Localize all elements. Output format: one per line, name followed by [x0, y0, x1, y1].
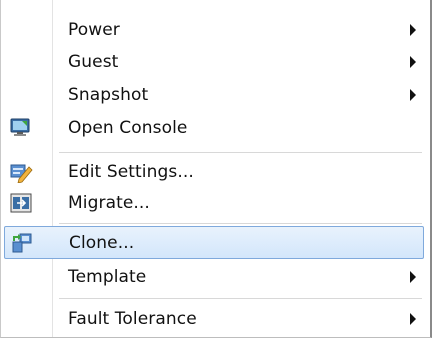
menu-item-label: Power	[68, 20, 120, 40]
menu-separator	[59, 152, 422, 153]
menu-item-clone[interactable]: Clone...	[4, 226, 424, 259]
menu-item-label: Template	[68, 267, 147, 287]
submenu-arrow-icon	[410, 313, 416, 325]
submenu-arrow-icon	[410, 56, 416, 68]
menu-item-open-console[interactable]: Open Console	[4, 112, 424, 144]
menu-item-template[interactable]: Template	[4, 261, 424, 293]
menu-item-label: Edit Settings...	[68, 162, 194, 182]
submenu-arrow-icon	[410, 89, 416, 101]
menu-item-fault-tolerance[interactable]: Fault Tolerance	[4, 303, 424, 335]
menu-item-label: Fault Tolerance	[68, 309, 197, 329]
context-menu: Power Guest Snapshot Open Console Edit S…	[0, 0, 432, 338]
menu-item-label: Open Console	[68, 118, 188, 138]
menu-item-edit-settings[interactable]: Edit Settings...	[4, 156, 424, 188]
menu-item-power[interactable]: Power	[4, 14, 424, 46]
menu-separator	[59, 298, 422, 299]
submenu-arrow-icon	[410, 24, 416, 36]
menu-item-migrate[interactable]: Migrate...	[4, 187, 424, 219]
menu-item-label: Migrate...	[68, 193, 150, 213]
migrate-icon	[9, 192, 33, 214]
menu-item-label: Snapshot	[68, 85, 149, 105]
console-monitor-icon	[9, 117, 33, 139]
submenu-arrow-icon	[410, 271, 416, 283]
menu-item-guest[interactable]: Guest	[4, 46, 424, 78]
menu-item-label: Clone...	[69, 232, 135, 253]
edit-settings-icon	[9, 161, 33, 184]
menu-separator	[59, 223, 422, 224]
menu-item-snapshot[interactable]: Snapshot	[4, 79, 424, 111]
clone-icon	[10, 232, 34, 254]
menu-item-label: Guest	[68, 52, 119, 72]
